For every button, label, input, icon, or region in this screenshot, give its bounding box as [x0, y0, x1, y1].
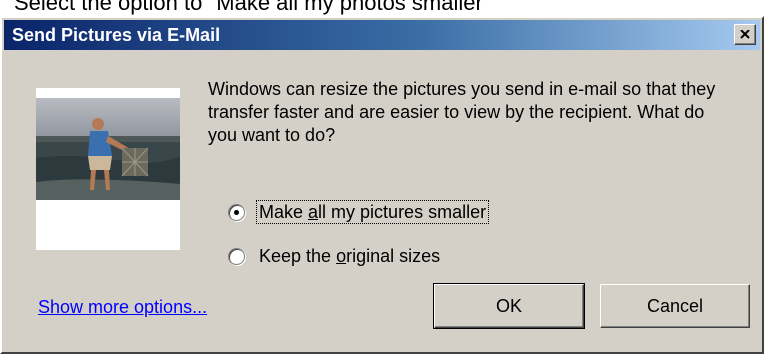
option-make-smaller[interactable]: Make all my pictures smaller — [228, 200, 490, 224]
ok-button[interactable]: OK — [433, 283, 585, 329]
title-bar[interactable]: Send Pictures via E-Mail — [4, 20, 760, 50]
dialog-message: Windows can resize the pictures you send… — [208, 79, 716, 145]
radio-keep-original[interactable] — [228, 247, 245, 265]
close-button[interactable] — [734, 24, 756, 45]
option-make-smaller-label[interactable]: Make all my pictures smaller — [255, 200, 490, 224]
close-icon — [740, 30, 750, 39]
show-more-options-link[interactable]: Show more options... — [38, 297, 207, 318]
send-pictures-dialog: Send Pictures via E-Mail Windows can res… — [0, 16, 764, 354]
option-keep-original[interactable]: Keep the original sizes — [228, 245, 442, 267]
radio-selected-dot — [234, 209, 239, 215]
radio-make-smaller[interactable] — [228, 203, 245, 221]
photo-preview — [36, 88, 180, 250]
instruction-caption: Select the option to "Make all my photos… — [14, 0, 491, 15]
option-keep-original-label[interactable]: Keep the original sizes — [257, 245, 442, 267]
dialog-title: Send Pictures via E-Mail — [12, 25, 221, 45]
cancel-button[interactable]: Cancel — [600, 284, 750, 328]
photo-thumbnail — [36, 98, 180, 200]
